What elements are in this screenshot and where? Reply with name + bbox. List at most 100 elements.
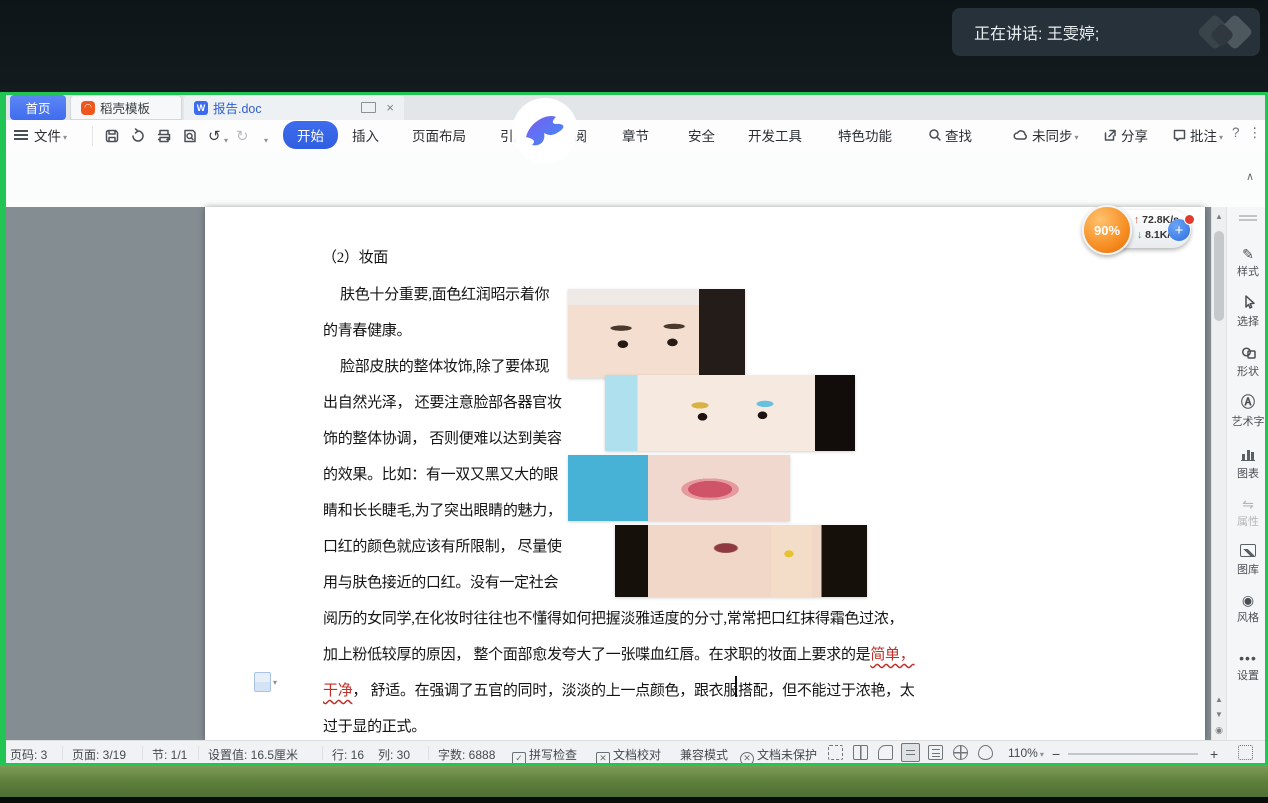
pencil-icon: ✎ bbox=[1227, 245, 1268, 263]
print-preview-icon[interactable] bbox=[182, 128, 198, 149]
status-col: 列: 30 bbox=[378, 746, 410, 763]
xunlei-bird-overlay-icon[interactable] bbox=[512, 98, 578, 164]
notification-dot bbox=[1184, 214, 1195, 225]
text-line: 过于显的正式。 bbox=[323, 715, 426, 736]
shapes-icon bbox=[1227, 345, 1268, 363]
photo-face-finger[interactable] bbox=[615, 525, 867, 597]
zoom-slider-track[interactable] bbox=[1068, 753, 1198, 755]
cloud-icon bbox=[1012, 128, 1029, 142]
text-line: 睛和长长睫毛,为了突出眼睛的魅力， bbox=[323, 499, 562, 520]
panel-item-chart[interactable]: 图表 bbox=[1227, 447, 1268, 481]
view-outline-icon[interactable] bbox=[928, 745, 943, 760]
vertical-scrollbar[interactable]: ▲ ▲ ▼ ◉ bbox=[1211, 207, 1226, 740]
file-menu[interactable]: 文件 bbox=[14, 125, 67, 145]
tab-home[interactable]: 首页 bbox=[10, 95, 66, 120]
meeting-logo-icon bbox=[1196, 14, 1256, 50]
cast-icon[interactable] bbox=[361, 102, 376, 113]
text-line: 用与肤色接近的口红。没有一定社会 bbox=[323, 571, 558, 592]
panel-drag-handle[interactable] bbox=[1239, 215, 1257, 217]
tab-document[interactable]: W 报告.doc × bbox=[184, 95, 404, 120]
redo-icon[interactable]: ↻ bbox=[236, 127, 249, 145]
ribbon-tab-find[interactable]: 查找 bbox=[928, 125, 972, 145]
ribbon-tab-security[interactable]: 安全 bbox=[688, 125, 715, 145]
spellcheck-margin-button[interactable] bbox=[254, 672, 284, 692]
hamburger-icon bbox=[14, 130, 28, 140]
search-icon bbox=[928, 128, 942, 142]
save-icon[interactable] bbox=[104, 128, 120, 149]
chart-icon bbox=[1227, 447, 1268, 465]
next-page-icon[interactable]: ▼ bbox=[1214, 710, 1224, 719]
speaking-label: 正在讲话: 王雯婷; bbox=[974, 20, 1099, 44]
select-browse-icon[interactable]: ◉ bbox=[1214, 725, 1224, 736]
taskbar: e 超市连夜下架三... 搜索一下 W bbox=[0, 765, 1268, 797]
window-tab-bar: 首页 ◠ 稻壳模板 W 报告.doc × + 1 路人甲 − × bbox=[0, 92, 1268, 120]
photo-eyes-closeup[interactable] bbox=[568, 289, 745, 378]
view-read-icon[interactable] bbox=[853, 745, 868, 760]
ribbon-tab-section[interactable]: 章节 bbox=[622, 125, 649, 145]
cursor-icon bbox=[1227, 295, 1268, 313]
collapse-ribbon-icon[interactable]: ∧ bbox=[1246, 170, 1254, 183]
panel-item-styles[interactable]: ✎样式 bbox=[1227, 245, 1268, 279]
more-icon[interactable]: ⋮ bbox=[1248, 125, 1262, 141]
red-underlined-text: 干净 bbox=[323, 683, 352, 699]
screen: 正在讲话: 王雯婷; 首页 ◠ 稻壳模板 W 报告.doc × + 1 路人甲 … bbox=[0, 0, 1268, 803]
ribbon-tab-features[interactable]: 特色功能 bbox=[838, 125, 892, 145]
sync-status[interactable]: 未同步 bbox=[1012, 125, 1079, 145]
status-setting: 设置值: 16.5厘米 bbox=[208, 746, 298, 763]
share-button[interactable]: 分享 bbox=[1103, 125, 1148, 145]
print-icon[interactable] bbox=[156, 128, 172, 149]
text-line: 脸部皮肤的整体妆饰,除了要体现 bbox=[340, 355, 549, 376]
qat-more-icon[interactable] bbox=[262, 130, 268, 148]
text-line: 加上粉低较厚的原因， 整个面部愈发夸大了一张喋血红唇。在求职的妆面上要求的是简单… bbox=[323, 643, 914, 664]
close-tab-icon[interactable]: × bbox=[386, 100, 394, 115]
text-line: 的青春健康。 bbox=[323, 319, 411, 340]
doc-heading: （2）妆面 bbox=[322, 246, 388, 267]
status-line: 行: 16 bbox=[332, 746, 364, 763]
photo-eyes-makeup[interactable] bbox=[605, 375, 855, 451]
view-fullscreen-icon[interactable] bbox=[828, 745, 843, 760]
photo-lips[interactable] bbox=[568, 455, 790, 521]
panel-item-theme[interactable]: ◉风格 bbox=[1227, 591, 1268, 625]
view-page-icon[interactable] bbox=[901, 743, 920, 762]
zoom-level[interactable]: 110% bbox=[1008, 746, 1044, 760]
text-line: 出自然光泽， 还要注意脸部各器官妆 bbox=[323, 391, 562, 412]
share-icon bbox=[1103, 128, 1118, 142]
compat-mode-label: 兼容模式 bbox=[680, 746, 728, 763]
accelerator-ball[interactable]: 90% bbox=[1082, 205, 1132, 255]
ribbon-tab-home[interactable]: 开始 bbox=[283, 121, 338, 149]
scrollbar-thumb[interactable] bbox=[1214, 231, 1224, 321]
settings-dots-icon: ••• bbox=[1227, 649, 1268, 667]
eye-protect-icon[interactable] bbox=[978, 745, 993, 760]
help-icon[interactable]: ? bbox=[1232, 125, 1240, 140]
prev-page-icon[interactable]: ▲ bbox=[1214, 695, 1224, 704]
panel-item-settings[interactable]: •••设置 bbox=[1227, 649, 1268, 683]
scroll-up-icon[interactable]: ▲ bbox=[1214, 212, 1224, 221]
wps-writer-icon: W bbox=[194, 101, 208, 115]
panel-item-gallery[interactable]: 图库 bbox=[1227, 543, 1268, 577]
zoom-out-button[interactable]: − bbox=[1052, 746, 1060, 762]
comment-button[interactable]: 批注 bbox=[1172, 125, 1223, 145]
text-line: 干净， 舒适。在强调了五官的同时，淡淡的上一点颜色，跟衣服搭配，但不能过于浓艳，… bbox=[323, 679, 914, 700]
view-web-icon[interactable] bbox=[953, 745, 968, 760]
view-write-icon[interactable] bbox=[878, 745, 893, 760]
zoom-in-button[interactable]: + bbox=[1210, 746, 1218, 762]
status-section: 节: 1/1 bbox=[152, 746, 187, 763]
export-icon[interactable] bbox=[130, 128, 146, 149]
theme-icon: ◉ bbox=[1227, 591, 1268, 609]
ribbon-tab-insert[interactable]: 插入 bbox=[352, 125, 379, 145]
tab-templates[interactable]: ◠ 稻壳模板 bbox=[70, 95, 182, 120]
panel-item-wordart[interactable]: Ⓐ艺术字 bbox=[1227, 395, 1268, 429]
panel-item-shapes[interactable]: 形状 bbox=[1227, 345, 1268, 379]
share-border bbox=[0, 763, 1268, 765]
undo-icon[interactable]: ↺ bbox=[208, 127, 221, 145]
comment-icon bbox=[1172, 128, 1187, 142]
status-words: 字数: 6888 bbox=[438, 746, 495, 763]
text-line: 阅历的女同学,在化妆时往往也不懂得如何把握淡雅适度的分寸,常常把口红抹得霜色过浓… bbox=[323, 607, 903, 628]
ribbon-tab-devtools[interactable]: 开发工具 bbox=[748, 125, 802, 145]
fit-page-icon[interactable] bbox=[1238, 745, 1253, 760]
document-page[interactable]: （2）妆面 肤色十分重要,面色红润昭示着你 的青春健康。 脸部皮肤的整体妆饰,除… bbox=[205, 207, 1205, 740]
status-page-no: 页码: 3 bbox=[10, 746, 47, 763]
ribbon-tab-layout[interactable]: 页面布局 bbox=[412, 125, 466, 145]
panel-item-select[interactable]: 选择 bbox=[1227, 295, 1268, 329]
panel-item-properties: ⇋属性 bbox=[1227, 495, 1268, 529]
